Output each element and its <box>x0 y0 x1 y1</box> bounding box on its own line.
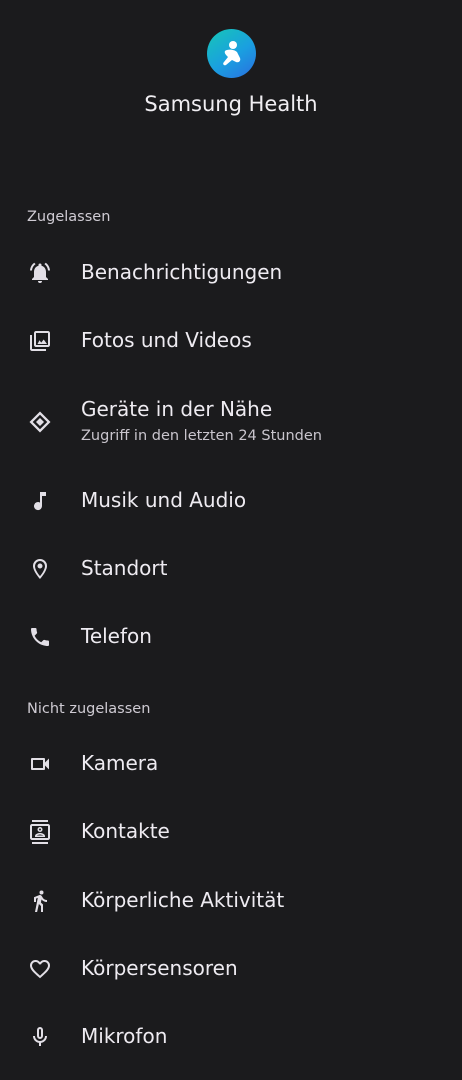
permission-item-body-sensors[interactable]: Körpersensoren <box>0 935 462 1003</box>
heart-icon <box>28 957 52 981</box>
photo-library-icon <box>28 329 52 353</box>
permission-title: Kamera <box>81 751 159 775</box>
permission-title: Körpersensoren <box>81 956 238 980</box>
permission-item-contacts[interactable]: Kontakte <box>0 798 462 866</box>
permission-item-camera[interactable]: Kamera <box>0 730 462 798</box>
section-label-allowed: Zugelassen <box>27 209 111 225</box>
permission-subtitle: Zugriff in den letzten 24 Stunden <box>81 428 322 444</box>
permission-title: Telefon <box>81 624 152 648</box>
permission-title: Benachrichtigungen <box>81 260 283 284</box>
permission-title: Standort <box>81 556 168 580</box>
contacts-icon <box>28 820 52 844</box>
samsung-health-logo-icon <box>207 29 256 78</box>
permission-item-nearby-devices[interactable]: Geräte in der Nähe Zugriff in den letzte… <box>0 385 462 465</box>
app-header: Samsung Health <box>0 0 462 140</box>
permission-title: Körperliche Aktivität <box>81 888 285 912</box>
permission-title: Fotos und Videos <box>81 328 252 352</box>
notification-bell-icon <box>28 261 52 285</box>
running-person-icon <box>28 889 52 913</box>
camera-icon <box>28 752 52 776</box>
permission-title: Geräte in der Nähe <box>81 397 273 421</box>
location-pin-icon <box>28 557 52 581</box>
permission-title: Kontakte <box>81 819 170 843</box>
permission-item-phone[interactable]: Telefon <box>0 603 462 671</box>
microphone-icon <box>28 1025 52 1049</box>
nearby-devices-icon <box>28 410 52 434</box>
permission-item-notifications[interactable]: Benachrichtigungen <box>0 239 462 307</box>
music-note-icon <box>28 489 52 513</box>
section-label-not-allowed: Nicht zugelassen <box>27 701 151 717</box>
app-name: Samsung Health <box>144 92 318 116</box>
permission-item-microphone[interactable]: Mikrofon <box>0 1003 462 1071</box>
permission-item-photos-videos[interactable]: Fotos und Videos <box>0 307 462 375</box>
permission-item-location[interactable]: Standort <box>0 535 462 603</box>
permission-title: Musik und Audio <box>81 488 247 512</box>
permission-title: Mikrofon <box>81 1024 168 1048</box>
permission-item-physical-activity[interactable]: Körperliche Aktivität <box>0 867 462 935</box>
phone-icon <box>28 625 52 649</box>
permission-item-music-audio[interactable]: Musik und Audio <box>0 467 462 535</box>
